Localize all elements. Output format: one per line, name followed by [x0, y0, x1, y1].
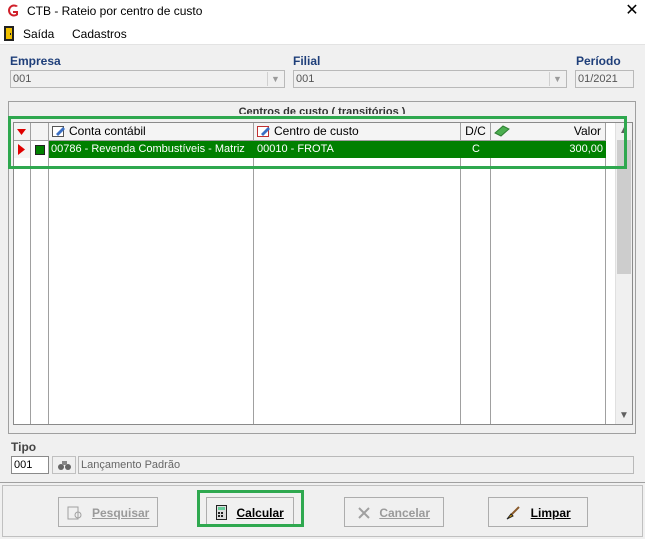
empresa-value: 001 — [13, 73, 32, 85]
grid-line — [253, 141, 254, 424]
periodo-value: 01/2021 — [578, 73, 618, 85]
tipo-description-value: Lançamento Padrão — [81, 459, 181, 471]
broom-icon — [506, 506, 521, 520]
tipo-code-input[interactable]: 001 — [11, 456, 49, 474]
filial-value: 001 — [296, 73, 315, 85]
chevron-down-icon[interactable]: ▼ — [267, 72, 283, 86]
cancelar-button[interactable]: Cancelar — [344, 497, 444, 527]
pesquisar-label: Pesquisar — [91, 505, 150, 520]
grid-line — [460, 141, 461, 424]
search-tipo-button[interactable] — [52, 456, 76, 474]
app-logo-icon — [8, 4, 18, 17]
grid-line — [30, 141, 31, 424]
scroll-down-icon[interactable]: ▼ — [616, 408, 632, 424]
search-doc-icon — [67, 506, 82, 520]
grid-line — [605, 141, 606, 424]
periodo-label: Período — [576, 54, 621, 68]
binoculars-icon — [58, 461, 71, 470]
limpar-label: Limpar — [530, 505, 571, 520]
filial-select[interactable]: 001 ▼ — [293, 70, 567, 88]
empresa-label: Empresa — [10, 54, 61, 68]
tipo-description-field: Lançamento Padrão — [78, 456, 634, 474]
grid-line — [48, 141, 49, 424]
pesquisar-button[interactable]: Pesquisar — [58, 497, 158, 527]
highlight-box-calcular — [197, 490, 304, 527]
menu-saida[interactable]: Saída — [23, 27, 54, 41]
cancel-x-icon — [358, 507, 370, 519]
divider — [0, 482, 645, 483]
menu-cadastros[interactable]: Cadastros — [72, 27, 127, 41]
close-button[interactable]: ✕ — [622, 1, 642, 21]
grid-line — [490, 141, 491, 424]
filial-label: Filial — [293, 54, 321, 68]
periodo-input[interactable]: 01/2021 — [575, 70, 634, 88]
exit-door-icon — [4, 26, 14, 41]
empresa-select[interactable]: 001 ▼ — [10, 70, 285, 88]
highlight-box-grid — [8, 116, 627, 169]
window-title: CTB - Rateio por centro de custo — [27, 4, 203, 18]
chevron-down-icon[interactable]: ▼ — [549, 72, 565, 86]
grid-group-title: Centros de custo ( transitórios ) — [238, 106, 406, 114]
cancelar-label: Cancelar — [379, 505, 431, 520]
tipo-code-value: 001 — [14, 459, 33, 471]
tipo-label: Tipo — [11, 440, 37, 454]
limpar-button[interactable]: Limpar — [488, 497, 588, 527]
